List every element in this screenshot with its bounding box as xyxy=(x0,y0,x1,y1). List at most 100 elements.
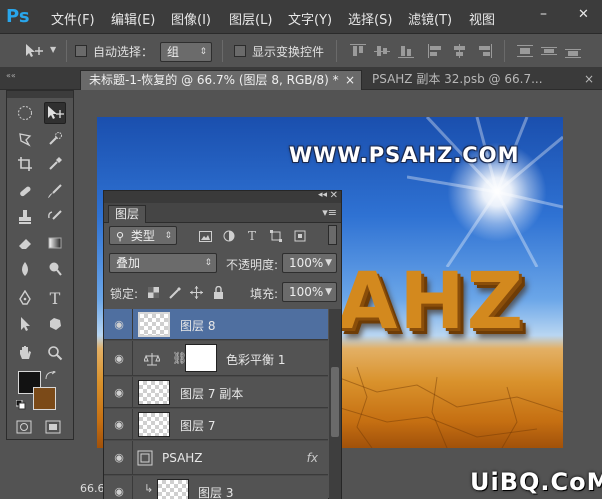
tab-label: PSAHZ 副本 32.psb @ 66.7... xyxy=(372,72,543,86)
screen-mode-icon[interactable] xyxy=(44,419,62,435)
auto-select-checkbox[interactable] xyxy=(75,45,87,57)
zoom-icon[interactable] xyxy=(44,342,66,364)
panel-menu-icon[interactable]: ▾≡ xyxy=(322,206,337,219)
filter-adjustment-icon[interactable] xyxy=(222,229,236,243)
show-transform-checkbox[interactable] xyxy=(234,45,246,57)
align-left-icon[interactable] xyxy=(428,44,444,58)
visibility-toggle[interactable]: ◉ xyxy=(104,476,133,499)
menu-file[interactable]: 文件(F) xyxy=(51,9,95,28)
move-tool-icon[interactable] xyxy=(24,43,46,59)
lock-transparency-icon[interactable] xyxy=(147,286,160,299)
layer-row[interactable]: ◉ PSAHZ fx xyxy=(104,441,328,475)
align-hcenter-icon[interactable] xyxy=(452,44,468,58)
gradient-icon[interactable] xyxy=(44,232,66,254)
menu-filter[interactable]: 滤镜(T) xyxy=(408,9,452,28)
close-icon[interactable]: × xyxy=(584,70,594,89)
visibility-toggle[interactable]: ◉ xyxy=(104,409,133,440)
tab-document-1[interactable]: 未标题-1-恢复的 @ 66.7% (图层 8, RGB/8) * × xyxy=(80,70,362,90)
lock-all-icon[interactable] xyxy=(212,286,225,299)
lock-pixels-icon[interactable] xyxy=(168,286,181,299)
menu-select[interactable]: 选择(S) xyxy=(348,9,392,28)
visibility-toggle[interactable]: ◉ xyxy=(104,377,133,408)
tab-document-2[interactable]: PSAHZ 副本 32.psb @ 66.7... × xyxy=(364,70,602,90)
fx-icon[interactable]: fx xyxy=(307,451,318,465)
toolbox-header[interactable] xyxy=(7,91,73,98)
move-icon[interactable] xyxy=(44,102,66,124)
visibility-toggle[interactable]: ◉ xyxy=(104,341,133,376)
dodge-icon[interactable] xyxy=(44,258,66,280)
eyedropper-icon[interactable] xyxy=(44,153,66,175)
eye-icon: ◉ xyxy=(114,450,124,464)
minimize-button[interactable]: – xyxy=(540,6,547,22)
menu-edit[interactable]: 编辑(E) xyxy=(111,9,155,28)
color-balance-icon xyxy=(144,353,160,366)
chevron-down-icon: ▼ xyxy=(325,258,332,268)
visibility-toggle[interactable]: ◉ xyxy=(104,309,133,340)
layer-row[interactable]: ◉ 图层 8 xyxy=(104,309,328,340)
layer-filter-dropdown[interactable]: ⚲ 类型 ⇕ xyxy=(109,226,177,245)
path-select-icon[interactable] xyxy=(14,313,36,335)
close-panel-icon[interactable]: ✕ xyxy=(330,190,338,201)
align-bottom-icon[interactable] xyxy=(398,44,414,58)
pen-icon[interactable] xyxy=(14,287,36,309)
menu-image[interactable]: 图像(I) xyxy=(171,9,211,28)
tab-layers[interactable]: 图层 xyxy=(108,205,147,223)
distribute-top-icon[interactable] xyxy=(517,44,533,58)
scrollbar-thumb[interactable] xyxy=(331,367,339,437)
marquee-icon[interactable] xyxy=(14,102,36,124)
quick-mask-icon[interactable] xyxy=(15,419,33,435)
layer-name: 图层 8 xyxy=(180,319,216,333)
layer-row[interactable]: ◉ ↳ 图层 3 xyxy=(104,476,328,499)
filter-smart-object-icon[interactable] xyxy=(293,229,307,243)
layer-row[interactable]: ◉ 图层 7 xyxy=(104,409,328,440)
hand-icon[interactable] xyxy=(14,342,36,364)
swap-colors-icon[interactable] xyxy=(45,369,57,380)
layer-row[interactable]: ◉ 图层 7 副本 xyxy=(104,377,328,408)
align-top-icon[interactable] xyxy=(350,44,366,58)
layer-thumbnail xyxy=(138,412,170,437)
filter-toggle-switch[interactable] xyxy=(328,225,337,245)
lock-label: 锁定: xyxy=(110,287,139,301)
panel-drag-bar[interactable]: ◂◂ ✕ xyxy=(104,190,341,203)
menu-type[interactable]: 文字(Y) xyxy=(288,9,332,28)
healing-brush-icon[interactable] xyxy=(14,180,36,202)
crop-icon[interactable] xyxy=(14,153,36,175)
eraser-icon[interactable] xyxy=(14,232,36,254)
blend-mode-dropdown[interactable]: 叠加 ⇕ xyxy=(109,253,217,273)
menu-layer[interactable]: 图层(L) xyxy=(229,9,272,28)
fill-input[interactable]: 100% ▼ xyxy=(282,282,337,302)
close-window-button[interactable]: ✕ xyxy=(578,7,589,22)
quick-select-icon[interactable] xyxy=(44,128,66,150)
collapse-arrows-icon[interactable]: «« xyxy=(6,71,16,80)
lock-position-icon[interactable] xyxy=(190,286,203,299)
blur-icon[interactable] xyxy=(14,258,36,280)
distribute-bottom-icon[interactable] xyxy=(565,44,581,58)
tool-preset-dropdown-icon[interactable]: ▼ xyxy=(50,45,56,54)
default-colors-icon[interactable] xyxy=(15,399,26,410)
history-brush-icon[interactable] xyxy=(44,206,66,228)
filter-pixel-icon[interactable] xyxy=(198,229,212,243)
opacity-input[interactable]: 100% ▼ xyxy=(282,253,337,273)
visibility-toggle[interactable]: ◉ xyxy=(104,441,133,475)
layer-row[interactable]: ◉ ⛓ 色彩平衡 1 xyxy=(104,341,328,376)
layers-scrollbar[interactable] xyxy=(329,309,341,499)
collapse-panel-icon[interactable]: ◂◂ xyxy=(318,190,327,200)
filter-shape-icon[interactable] xyxy=(269,229,283,243)
background-color-swatch[interactable] xyxy=(33,387,56,410)
lasso-icon[interactable] xyxy=(14,128,36,150)
type-icon[interactable]: T xyxy=(44,287,66,309)
distribute-vcenter-icon[interactable] xyxy=(541,44,557,58)
clone-stamp-icon[interactable] xyxy=(14,206,36,228)
brush-icon[interactable] xyxy=(44,180,66,202)
auto-select-dropdown[interactable]: 组 ⇕ xyxy=(160,42,212,62)
align-right-icon[interactable] xyxy=(476,44,492,58)
fill-value: 100% xyxy=(289,285,324,299)
auto-select-value: 组 xyxy=(167,45,180,59)
close-icon[interactable]: × xyxy=(345,71,355,90)
align-vcenter-icon[interactable] xyxy=(374,44,390,58)
shape-icon[interactable] xyxy=(44,313,66,335)
filter-type-icon[interactable]: T xyxy=(245,229,259,243)
eye-icon: ◉ xyxy=(114,351,124,365)
menu-view[interactable]: 视图 xyxy=(469,9,495,28)
options-divider xyxy=(504,40,505,62)
